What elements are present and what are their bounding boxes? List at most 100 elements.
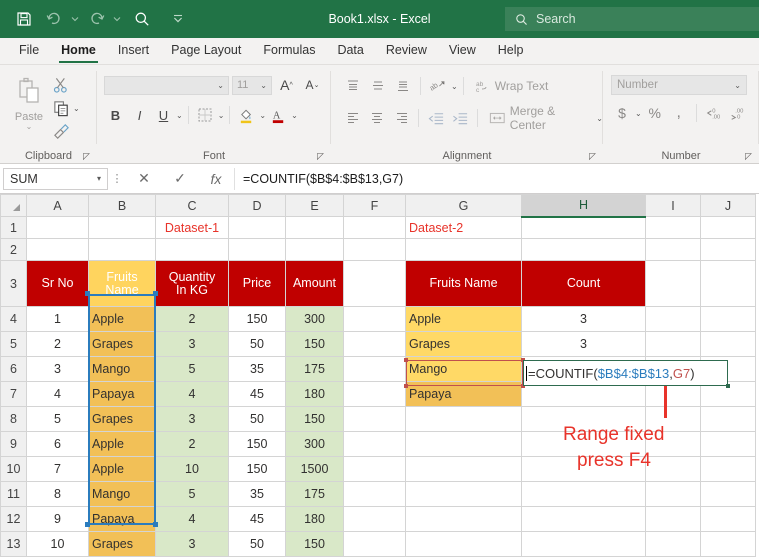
- tab-page-layout[interactable]: Page Layout: [160, 40, 252, 64]
- cell-f7[interactable]: [343, 381, 406, 407]
- cell-b8[interactable]: Grapes: [88, 406, 156, 432]
- cell-d10[interactable]: 150: [228, 456, 286, 482]
- align-right-button[interactable]: [390, 107, 413, 129]
- cell-d12[interactable]: 45: [228, 506, 286, 532]
- currency-button[interactable]: $: [611, 102, 633, 124]
- redo-icon[interactable]: [82, 6, 110, 32]
- cut-button[interactable]: [52, 74, 80, 96]
- currency-dropdown-icon[interactable]: ⌄: [635, 109, 642, 118]
- borders-dropdown-icon[interactable]: ⌄: [218, 111, 225, 120]
- enter-formula-button[interactable]: ✓: [162, 167, 198, 191]
- cell-b7[interactable]: Papaya: [88, 381, 156, 407]
- cell-e4[interactable]: 300: [285, 306, 344, 332]
- cell-d8[interactable]: 50: [228, 406, 286, 432]
- select-all-button[interactable]: [0, 194, 27, 217]
- cell-f4[interactable]: [343, 306, 406, 332]
- cell-b10[interactable]: Apple: [88, 456, 156, 482]
- cell-i6[interactable]: [645, 356, 701, 382]
- cell-a4[interactable]: 1: [26, 306, 89, 332]
- copy-button[interactable]: ⌄: [52, 97, 80, 119]
- percent-button[interactable]: %: [644, 102, 666, 124]
- tab-data[interactable]: Data: [326, 40, 374, 64]
- cell-h13[interactable]: [521, 531, 646, 557]
- cell-f6[interactable]: [343, 356, 406, 382]
- format-painter-button[interactable]: [52, 120, 80, 142]
- tab-formulas[interactable]: Formulas: [252, 40, 326, 64]
- cell-j5[interactable]: [700, 331, 756, 357]
- cell-g1-dataset2-label[interactable]: Dataset-2: [405, 216, 522, 239]
- cell-e7[interactable]: 180: [285, 381, 344, 407]
- underline-dropdown-icon[interactable]: ⌄: [176, 111, 183, 120]
- copy-dropdown-icon[interactable]: ⌄: [73, 104, 80, 113]
- paste-dropdown-icon[interactable]: ⌄: [6, 123, 52, 131]
- cell-a9[interactable]: 6: [26, 431, 89, 457]
- cell-a5[interactable]: 2: [26, 331, 89, 357]
- column-header-d[interactable]: D: [228, 194, 286, 217]
- cell-f2[interactable]: [343, 238, 406, 261]
- cell-c13[interactable]: 3: [155, 531, 229, 557]
- row-header-12[interactable]: 12: [0, 506, 27, 532]
- cell-c5[interactable]: 3: [155, 331, 229, 357]
- align-middle-button[interactable]: [366, 75, 390, 97]
- cell-e12[interactable]: 180: [285, 506, 344, 532]
- cell-g12[interactable]: [405, 506, 522, 532]
- tab-file[interactable]: File: [8, 40, 50, 64]
- cell-j11[interactable]: [700, 481, 756, 507]
- cell-j10[interactable]: [700, 456, 756, 482]
- cell-f5[interactable]: [343, 331, 406, 357]
- cell-f3[interactable]: [343, 260, 406, 307]
- cell-c10[interactable]: 10: [155, 456, 229, 482]
- number-format-dropdown-icon[interactable]: ⌄: [734, 81, 741, 90]
- cell-j8[interactable]: [700, 406, 756, 432]
- insert-function-button[interactable]: fx: [198, 167, 234, 191]
- cell-f11[interactable]: [343, 481, 406, 507]
- italic-button[interactable]: I: [128, 104, 151, 126]
- cell-a8[interactable]: 5: [26, 406, 89, 432]
- cell-g9[interactable]: [405, 431, 522, 457]
- row-header-6[interactable]: 6: [0, 356, 27, 382]
- tab-review[interactable]: Review: [375, 40, 438, 64]
- cell-g4[interactable]: Apple: [405, 306, 522, 332]
- decrease-decimal-button[interactable]: .00 0: [727, 102, 749, 124]
- cell-d2[interactable]: [228, 238, 286, 261]
- font-dialog-launcher-icon[interactable]: ◸: [317, 151, 327, 161]
- cell-b2[interactable]: [88, 238, 156, 261]
- column-header-e[interactable]: E: [285, 194, 344, 217]
- cell-b3-header-fruits-name[interactable]: Fruits Name: [88, 260, 156, 307]
- cell-i1[interactable]: [645, 216, 701, 239]
- wrap-text-button[interactable]: ab c Wrap Text: [469, 79, 549, 94]
- comma-style-button[interactable]: ,: [668, 102, 690, 124]
- paste-button[interactable]: Paste ⌄: [6, 71, 52, 142]
- name-box[interactable]: SUM ▾: [3, 167, 108, 190]
- row-header-1[interactable]: 1: [0, 216, 27, 239]
- cell-e3-header-amount[interactable]: Amount: [285, 260, 344, 307]
- cell-h5[interactable]: 3: [521, 331, 646, 357]
- cell-e10[interactable]: 1500: [285, 456, 344, 482]
- save-icon[interactable]: [10, 6, 38, 32]
- cell-i11[interactable]: [645, 481, 701, 507]
- cell-j9[interactable]: [700, 431, 756, 457]
- cell-g11[interactable]: [405, 481, 522, 507]
- increase-decimal-button[interactable]: 0 .00: [703, 102, 725, 124]
- increase-indent-button[interactable]: [449, 107, 472, 129]
- cell-c6[interactable]: 5: [155, 356, 229, 382]
- row-header-8[interactable]: 8: [0, 406, 27, 432]
- cell-c7[interactable]: 4: [155, 381, 229, 407]
- search-icon[interactable]: [128, 6, 156, 32]
- cell-g3-header-fruits-name[interactable]: Fruits Name: [405, 260, 522, 307]
- column-header-b[interactable]: B: [88, 194, 156, 217]
- decrease-indent-button[interactable]: [424, 107, 447, 129]
- cell-j6[interactable]: [700, 356, 756, 382]
- cell-c2[interactable]: [155, 238, 229, 261]
- cell-e1[interactable]: [285, 216, 344, 239]
- cell-h1[interactable]: [521, 216, 646, 239]
- cell-j1[interactable]: [700, 216, 756, 239]
- cell-i13[interactable]: [645, 531, 701, 557]
- cell-j13[interactable]: [700, 531, 756, 557]
- cell-e11[interactable]: 175: [285, 481, 344, 507]
- underline-button[interactable]: U: [152, 104, 175, 126]
- cell-c4[interactable]: 2: [155, 306, 229, 332]
- cell-d9[interactable]: 150: [228, 431, 286, 457]
- cell-i12[interactable]: [645, 506, 701, 532]
- cell-a10[interactable]: 7: [26, 456, 89, 482]
